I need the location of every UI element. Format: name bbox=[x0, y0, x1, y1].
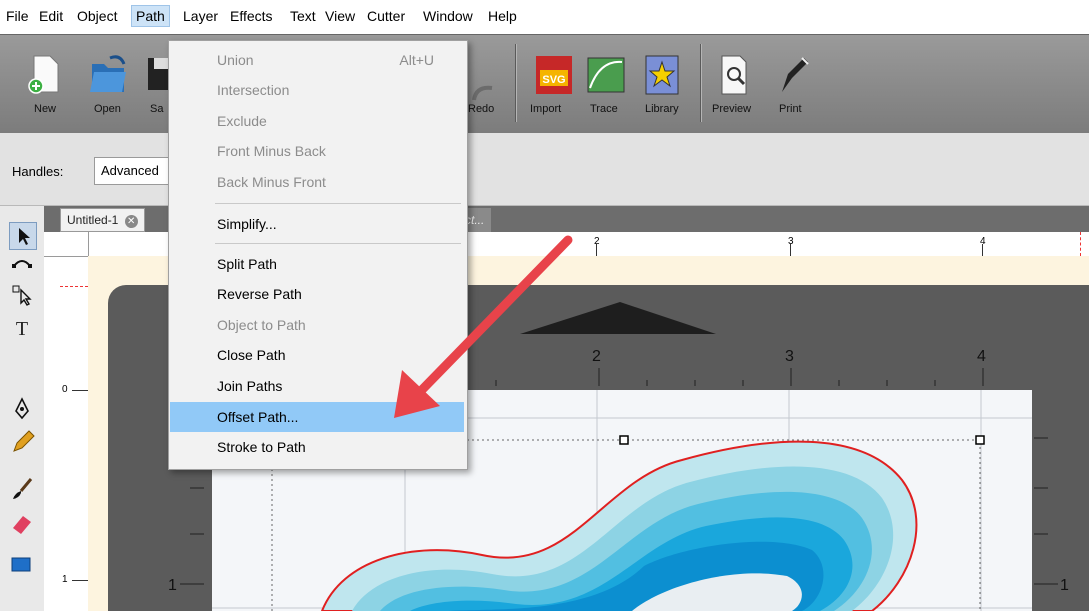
preview-icon bbox=[721, 55, 747, 95]
trace-button[interactable] bbox=[584, 52, 628, 98]
new-button[interactable] bbox=[22, 50, 66, 98]
node-edit-tool-icon[interactable] bbox=[9, 252, 35, 278]
eraser-tool-icon[interactable] bbox=[9, 510, 35, 536]
ruler-label: 1 bbox=[62, 574, 68, 585]
print-label: Print bbox=[779, 103, 802, 115]
menu-window[interactable]: Window bbox=[423, 8, 473, 24]
subselect-tool-icon[interactable] bbox=[9, 282, 35, 308]
open-label: Open bbox=[94, 103, 121, 115]
options-bar: Handles: Advanced bbox=[0, 133, 1089, 206]
tab-untitled-1[interactable]: Untitled-1 ✕ bbox=[60, 208, 145, 232]
print-icon bbox=[782, 57, 809, 92]
tool-palette: T bbox=[0, 206, 45, 611]
mat-label: 3 bbox=[785, 348, 794, 365]
mat-label: 4 bbox=[977, 348, 986, 365]
save-button[interactable] bbox=[144, 50, 170, 98]
text-tool-icon[interactable]: T bbox=[9, 316, 35, 342]
library-button[interactable] bbox=[640, 52, 684, 98]
menu-bar: File Edit Object Path Layer Effects Text… bbox=[0, 0, 1089, 34]
toolbar-separator bbox=[700, 44, 702, 122]
redo-icon bbox=[472, 85, 493, 101]
toolbar-separator bbox=[515, 44, 517, 122]
import-label: Import bbox=[530, 103, 562, 115]
menu-text[interactable]: Text bbox=[290, 8, 316, 24]
close-tab-icon[interactable]: ✕ bbox=[124, 215, 138, 228]
pen-tool-icon[interactable] bbox=[9, 396, 35, 422]
menu-object[interactable]: Object bbox=[77, 8, 117, 24]
menu-item-intersection[interactable]: Intersection bbox=[170, 75, 464, 105]
rectangle-tool-icon[interactable] bbox=[9, 552, 35, 578]
redo-button[interactable] bbox=[466, 80, 506, 104]
menu-effects[interactable]: Effects bbox=[230, 8, 273, 24]
tab-label: Untitled-1 bbox=[67, 213, 119, 227]
menu-help[interactable]: Help bbox=[488, 8, 517, 24]
guide-line bbox=[60, 286, 88, 288]
library-star-icon bbox=[645, 55, 679, 95]
import-svg-icon: SVG bbox=[536, 56, 572, 94]
import-button[interactable]: SVG bbox=[532, 52, 576, 98]
annotation-arrow-icon bbox=[394, 235, 573, 418]
save-icon bbox=[148, 58, 170, 90]
pencil-tool-icon[interactable] bbox=[9, 430, 35, 456]
menu-item-union[interactable]: Union Alt+U bbox=[170, 45, 464, 75]
trace-label: Trace bbox=[590, 103, 618, 115]
open-folder-icon bbox=[90, 55, 126, 92]
selection-handle[interactable] bbox=[975, 435, 985, 445]
preview-button[interactable] bbox=[712, 52, 756, 98]
mat-label: 2 bbox=[592, 348, 601, 365]
save-label: Sa bbox=[150, 103, 164, 115]
menu-item-stroke-to-path[interactable]: Stroke to Path bbox=[170, 432, 464, 462]
new-label: New bbox=[34, 103, 57, 115]
menu-cutter[interactable]: Cutter bbox=[367, 8, 405, 24]
handles-label: Handles: bbox=[12, 164, 64, 179]
menu-edit[interactable]: Edit bbox=[39, 8, 63, 24]
preview-label: Preview bbox=[712, 103, 752, 115]
vertical-ruler: 0 1 bbox=[44, 256, 89, 611]
print-button[interactable] bbox=[772, 52, 816, 98]
brush-tool-icon[interactable] bbox=[9, 476, 35, 502]
menu-path[interactable]: Path bbox=[131, 5, 170, 27]
import-badge: SVG bbox=[542, 74, 565, 86]
handles-dropdown[interactable]: Advanced bbox=[94, 157, 178, 185]
menu-file[interactable]: File bbox=[6, 8, 29, 24]
trace-icon bbox=[587, 57, 625, 93]
selection-handle[interactable] bbox=[619, 435, 629, 445]
open-button[interactable] bbox=[86, 50, 130, 98]
menu-layer[interactable]: Layer bbox=[183, 8, 218, 24]
menu-separator bbox=[215, 203, 461, 204]
select-tool-icon[interactable] bbox=[9, 222, 37, 250]
menu-item-back-minus-front[interactable]: Back Minus Front bbox=[170, 167, 464, 197]
ruler-corner bbox=[44, 232, 89, 257]
library-label: Library bbox=[645, 103, 679, 115]
redo-label: Redo bbox=[468, 103, 495, 115]
ruler-label: 0 bbox=[62, 384, 68, 395]
new-icon bbox=[28, 55, 59, 94]
menu-view[interactable]: View bbox=[325, 8, 355, 24]
menu-item-exclude[interactable]: Exclude bbox=[170, 106, 464, 136]
menu-item-front-minus-back[interactable]: Front Minus Back bbox=[170, 136, 464, 166]
